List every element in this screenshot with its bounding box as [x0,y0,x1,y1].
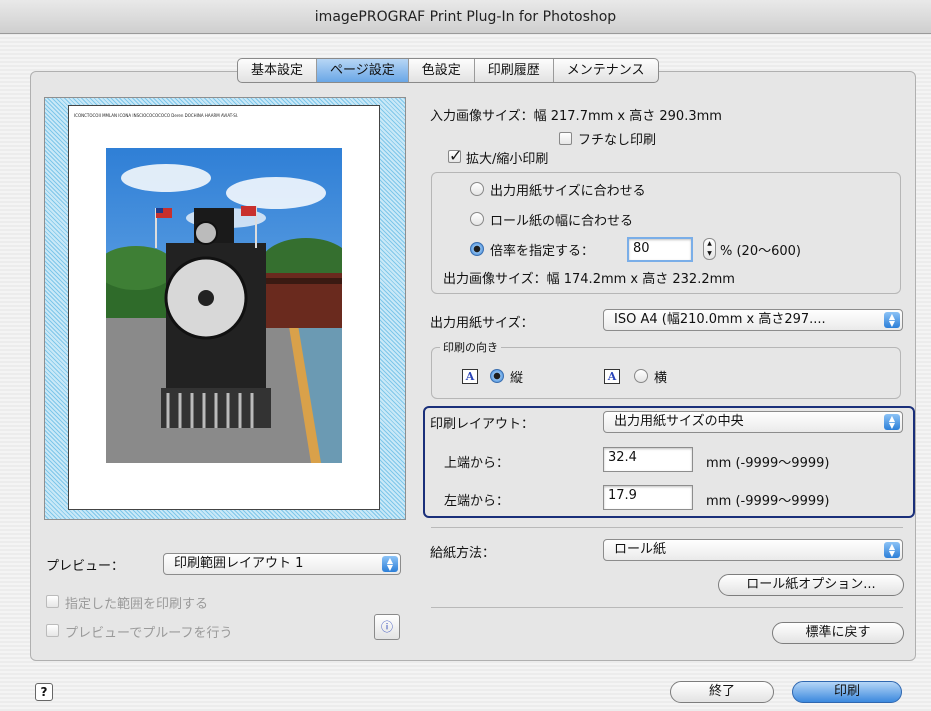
borderless-label: フチなし印刷 [578,133,657,148]
scale-print-label: 拡大/縮小印刷 [466,152,549,167]
fit-paper-label: 出力用紙サイズに合わせる [490,184,646,199]
print-button[interactable]: 印刷 [792,681,902,703]
tab-bar: 基本設定 ページ設定 色設定 印刷履歴 メンテナンス [237,58,659,83]
fit-roll-label: ロール紙の幅に合わせる [490,214,634,229]
preview-label: プレビュー： [46,559,125,574]
left-offset-range: mm (-9999〜9999) [706,494,830,509]
top-offset-range: mm (-9999〜9999) [706,456,830,471]
quit-button[interactable]: 終了 [670,681,774,703]
print-range-label: 指定した範囲を印刷する [65,597,209,612]
help-icon[interactable]: ? [35,683,53,701]
chevron-updown-icon: ▲ ▼ [884,414,900,430]
separator [431,527,903,528]
feed-label: 給紙方法： [430,546,496,561]
preview-photo [106,148,342,463]
landscape-icon: A [604,369,620,384]
portrait-icon: A [462,369,478,384]
layout-label: 印刷レイアウト： [430,417,535,432]
left-offset-label: 左端から： [444,494,510,509]
proof-checkbox[interactable] [46,624,59,637]
landscape-label: 横 [654,371,668,386]
window-title: imagePROGRAF Print Plug-In for Photoshop [0,0,931,34]
preview-header-text: ICONCTOCOII MMLAN ICONA INSCIOCOCOCOCO D… [74,113,239,118]
roll-options-button[interactable]: ロール紙オプション... [718,574,904,596]
input-image-size: 入力画像サイズ：幅 217.7mm x 高さ 290.3mm [430,109,722,124]
landscape-radio[interactable] [634,369,648,383]
proof-label: プレビューでプルーフを行う [65,626,233,641]
paper-size-value: ISO A4 (幅210.0mm x 高さ297.... [614,312,826,327]
feed-value: ロール紙 [614,542,667,557]
top-offset-label: 上端から： [444,456,510,471]
chevron-updown-icon: ▲ ▼ [884,312,900,328]
chevron-updown-icon: ▲ ▼ [382,556,398,572]
tab-page-settings[interactable]: ページ設定 [317,59,409,82]
info-icon[interactable]: ⓘ [374,614,400,640]
paper-size-select[interactable]: ISO A4 (幅210.0mm x 高さ297.... ▲ ▼ [603,309,903,331]
chevron-updown-icon: ▲ ▼ [884,542,900,558]
left-offset-input[interactable]: 17.9 [603,485,693,510]
borderless-checkbox[interactable] [559,132,572,145]
scale-ratio-stepper[interactable]: ▲ ▼ [703,238,716,260]
scale-ratio-label: 倍率を指定する： [490,244,595,259]
tab-print-history[interactable]: 印刷履歴 [475,59,554,82]
print-range-checkbox[interactable] [46,595,59,608]
layout-value: 出力用紙サイズの中央 [614,414,744,429]
preview-select[interactable]: 印刷範囲レイアウト 1 ▲ ▼ [163,553,401,575]
scale-ratio-radio[interactable] [470,242,484,256]
scale-ratio-input[interactable]: 80 [627,237,693,262]
scale-print-checkbox[interactable] [448,146,462,165]
tab-basic-settings[interactable]: 基本設定 [238,59,318,82]
fit-roll-radio[interactable] [470,212,484,226]
orientation-group-label: 印刷の向き [440,339,501,355]
feed-select[interactable]: ロール紙 ▲ ▼ [603,539,903,561]
output-image-size: 出力画像サイズ：幅 174.2mm x 高さ 232.2mm [443,272,735,287]
paper-size-label: 出力用紙サイズ： [430,316,534,331]
separator [431,607,903,608]
dialog-window: imagePROGRAF Print Plug-In for Photoshop… [0,0,931,711]
scale-range-label: % (20〜600) [720,244,801,259]
layout-select[interactable]: 出力用紙サイズの中央 ▲ ▼ [603,411,903,433]
fit-paper-radio[interactable] [470,182,484,196]
preview-select-value: 印刷範囲レイアウト 1 [174,556,304,571]
portrait-label: 縦 [510,371,524,386]
portrait-radio[interactable] [490,369,504,383]
tab-maintenance[interactable]: メンテナンス [554,59,658,82]
reset-defaults-button[interactable]: 標準に戻す [772,622,904,644]
top-offset-input[interactable]: 32.4 [603,447,693,472]
tab-color-settings[interactable]: 色設定 [409,59,475,82]
